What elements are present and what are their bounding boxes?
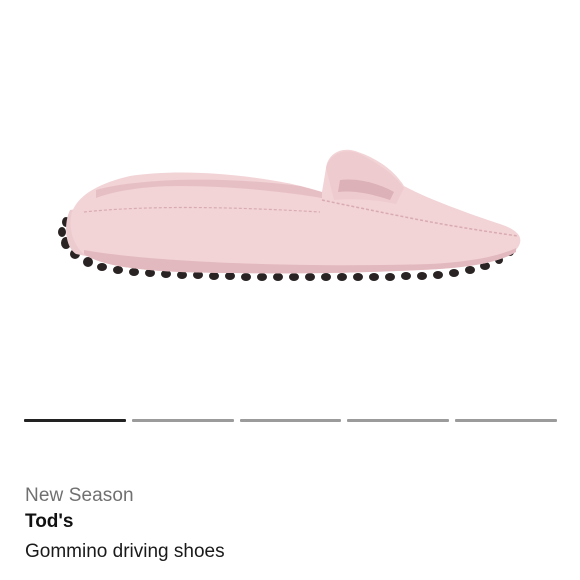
carousel-indicator-5[interactable]: [455, 419, 557, 422]
product-info: New Season Tod's Gommino driving shoes: [25, 484, 555, 566]
season-label: New Season: [25, 485, 134, 506]
shoe-illustration: [58, 149, 521, 281]
product-name: Gommino driving shoes: [25, 541, 225, 562]
carousel-indicator-3[interactable]: [239, 419, 342, 422]
brand-name[interactable]: Tod's: [25, 510, 555, 540]
carousel-indicator-1[interactable]: [24, 419, 126, 422]
carousel-pagination: [24, 419, 557, 422]
product-image[interactable]: [0, 0, 580, 400]
carousel-indicator-2[interactable]: [131, 419, 234, 422]
carousel-indicator-4[interactable]: [347, 419, 450, 422]
